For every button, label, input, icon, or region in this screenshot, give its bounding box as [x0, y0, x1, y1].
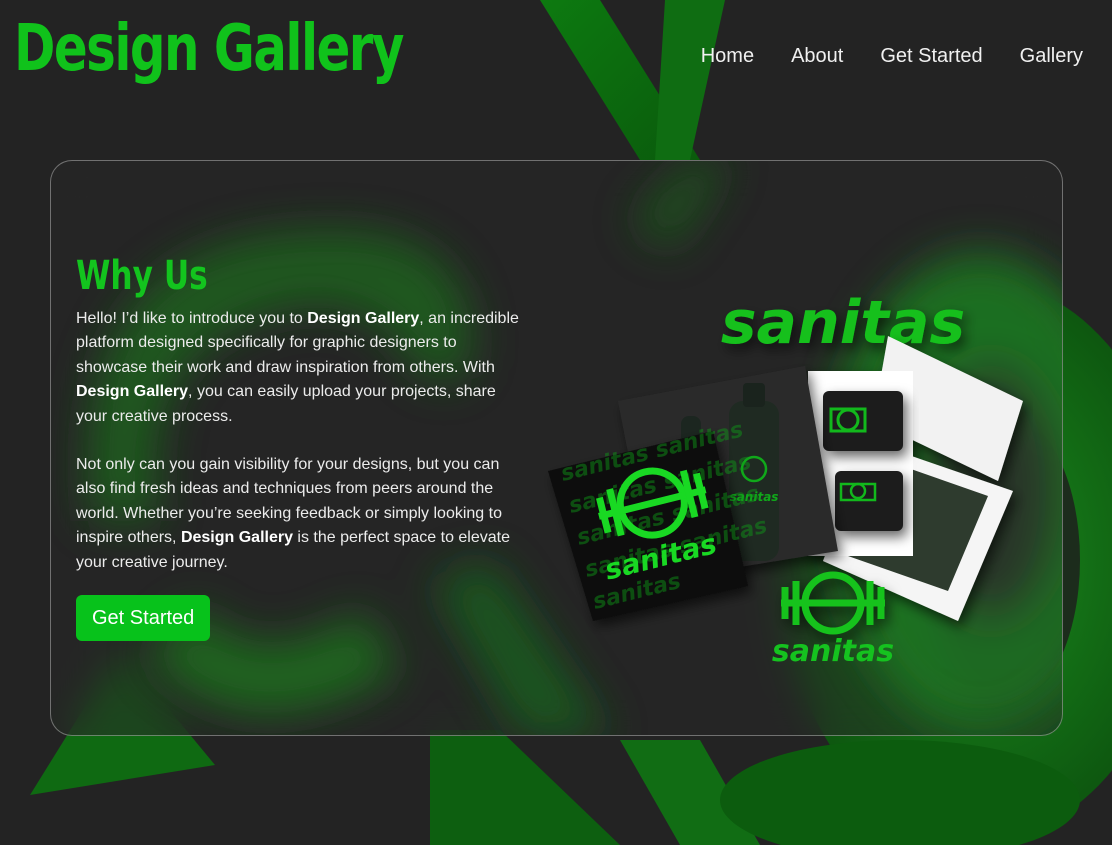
section-title: Why Us	[76, 253, 208, 299]
main-nav: Home About Get Started Gallery	[701, 44, 1083, 68]
detail-paragraph: Not only can you gain visibility for you…	[76, 453, 521, 575]
get-started-button[interactable]: Get Started	[76, 595, 211, 642]
why-us-card: Why Us Hello! I’d like to introduce you …	[50, 160, 1063, 736]
brand-mockup-image: sanitas sanitas sanitas sanitas sanitas …	[543, 291, 1033, 671]
nav-get-started[interactable]: Get Started	[880, 44, 982, 68]
site-logo[interactable]: Design Gallery	[14, 10, 404, 88]
nav-home[interactable]: Home	[701, 44, 754, 68]
brand-emphasis: Design Gallery	[76, 383, 189, 401]
nav-about[interactable]: About	[791, 44, 843, 68]
brand-wordmark-top: sanitas	[721, 291, 965, 358]
brand-wordmark-bottom: sanitas	[772, 634, 894, 669]
intro-paragraph: Hello! I’d like to introduce you to Desi…	[76, 307, 521, 429]
site-header: Design Gallery Home About Get Started Ga…	[0, 0, 1112, 110]
nav-gallery[interactable]: Gallery	[1020, 44, 1083, 68]
why-us-content: Why Us Hello! I’d like to introduce you …	[76, 251, 521, 642]
brand-emphasis: Design Gallery	[180, 529, 293, 547]
text-span: Hello! I’d like to introduce you to	[76, 310, 308, 327]
brand-emphasis: Design Gallery	[307, 310, 420, 327]
